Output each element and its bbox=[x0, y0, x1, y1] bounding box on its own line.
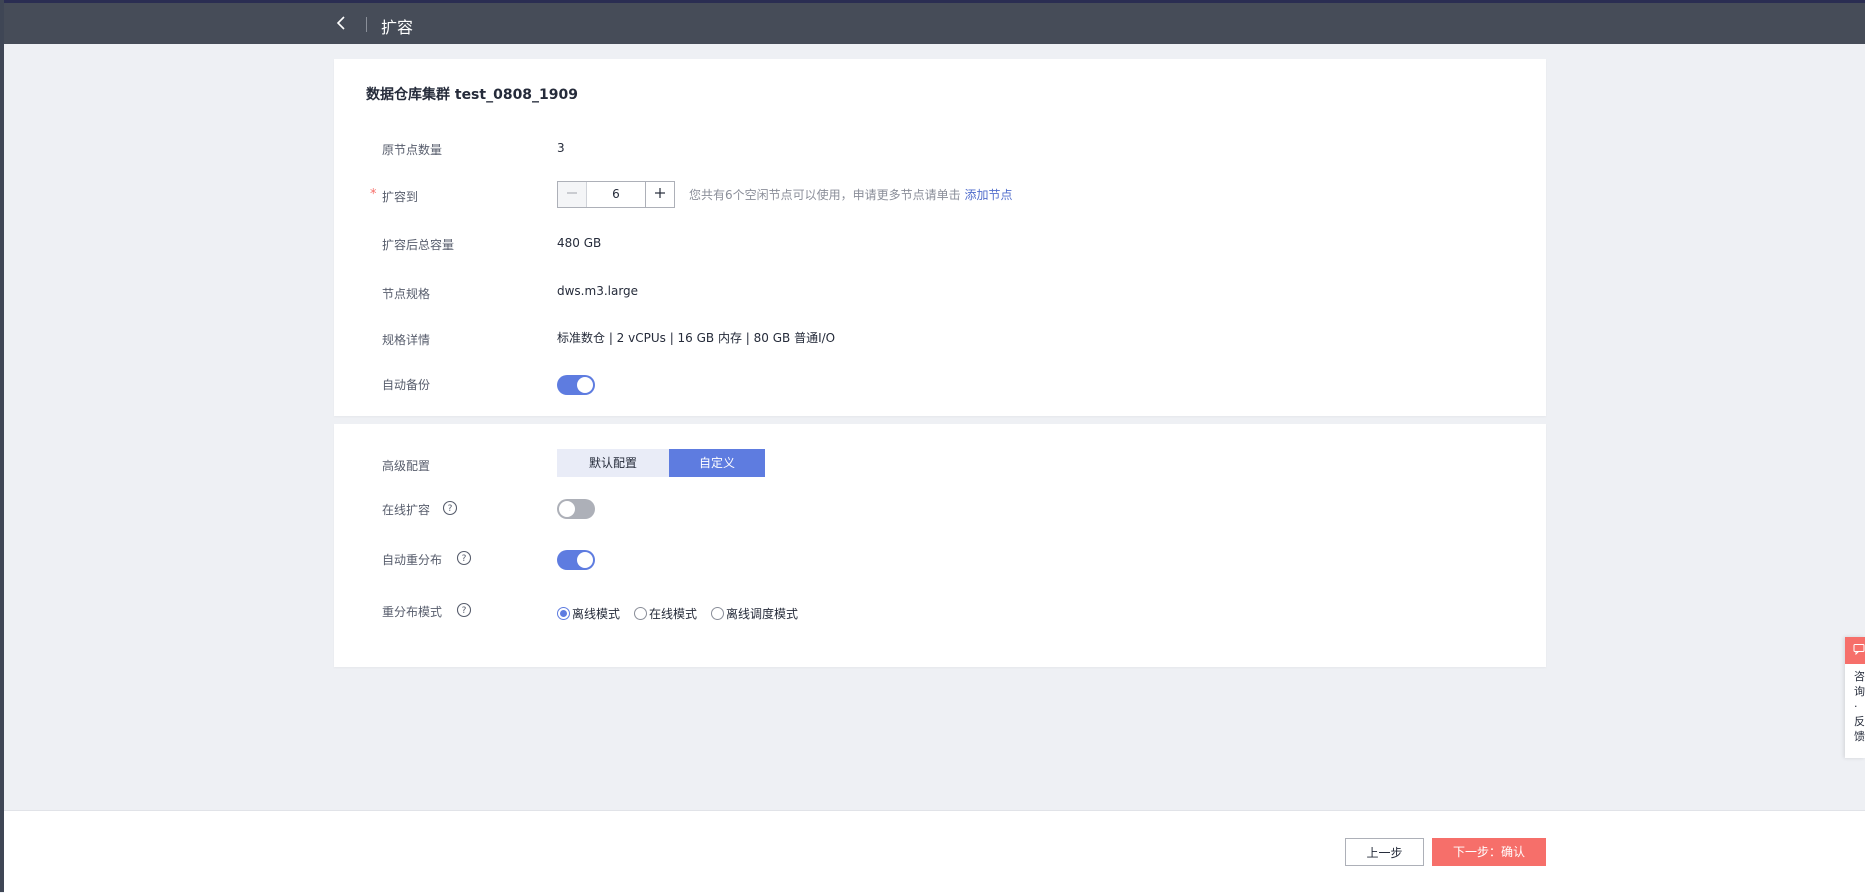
decrement-button[interactable] bbox=[558, 182, 587, 207]
switch-knob bbox=[577, 552, 593, 568]
svg-text:?: ? bbox=[462, 606, 467, 616]
next-step-confirm-button[interactable]: 下一步：确认 bbox=[1432, 838, 1546, 866]
custom-config-option[interactable]: 自定义 bbox=[669, 449, 765, 477]
node-flavor-value: dws.m3.large bbox=[557, 284, 639, 298]
chevron-left-icon[interactable] bbox=[333, 14, 351, 32]
question-circle-icon[interactable]: ? bbox=[456, 602, 472, 618]
title-divider bbox=[366, 17, 367, 32]
node-count-stepper[interactable]: 6 bbox=[557, 181, 675, 208]
flavor-detail-value: 标准数仓 | 2 vCPUs | 16 GB 内存 | 80 GB 普通I/O bbox=[557, 331, 836, 345]
total-capacity-value: 480 GB bbox=[557, 236, 602, 250]
top-bar: 扩容 bbox=[4, 3, 1865, 44]
left-edge-strip bbox=[0, 0, 4, 892]
radio-offline-schedule-label: 离线调度模式 bbox=[726, 607, 799, 621]
required-mark: * bbox=[370, 187, 377, 202]
radio-offline-mode[interactable]: 离线模式 bbox=[557, 605, 620, 622]
cluster-title: 数据仓库集群 test_0808_1909 bbox=[366, 87, 579, 103]
increment-button[interactable] bbox=[645, 182, 674, 207]
redistribute-mode-label: 重分布模式 bbox=[382, 605, 443, 619]
feedback-widget[interactable]: 咨 询 · 反 馈 bbox=[1845, 637, 1865, 758]
default-config-option[interactable]: 默认配置 bbox=[557, 449, 669, 477]
expand-to-label: 扩容到 bbox=[382, 190, 419, 204]
feedback-widget-text: 咨 询 · 反 馈 bbox=[1854, 670, 1865, 743]
redistribute-mode-radio-group: 离线模式 在线模式 离线调度模式 bbox=[557, 605, 812, 622]
footer-bar: 上一步 下一步：确认 bbox=[4, 810, 1865, 893]
previous-step-button[interactable]: 上一步 bbox=[1345, 838, 1424, 866]
flavor-detail-label: 规格详情 bbox=[382, 333, 431, 347]
radio-offline-label: 离线模式 bbox=[572, 607, 621, 621]
question-circle-icon[interactable]: ? bbox=[442, 500, 458, 516]
original-nodes-label: 原节点数量 bbox=[382, 143, 443, 157]
total-capacity-label: 扩容后总容量 bbox=[382, 238, 455, 252]
free-nodes-hint: 您共有6个空闲节点可以使用，申请更多节点请单击 添加节点 bbox=[689, 186, 1012, 203]
switch-knob bbox=[559, 501, 575, 517]
node-flavor-label: 节点规格 bbox=[382, 287, 431, 301]
auto-backup-label: 自动备份 bbox=[382, 378, 431, 392]
radio-online-label: 在线模式 bbox=[649, 607, 698, 621]
advanced-config-card: 高级配置 默认配置 自定义 在线扩容 ? 自动重分布 ? 重分布模式 ? 离线模… bbox=[334, 424, 1546, 667]
advanced-config-toggle: 默认配置 自定义 bbox=[557, 449, 765, 477]
svg-text:?: ? bbox=[448, 504, 453, 514]
page-title: 扩容 bbox=[381, 18, 414, 37]
auto-redistribute-label: 自动重分布 bbox=[382, 553, 443, 567]
node-count-input[interactable]: 6 bbox=[587, 182, 645, 207]
radio-offline-schedule-mode[interactable]: 离线调度模式 bbox=[711, 605, 798, 622]
auto-redistribute-switch[interactable] bbox=[557, 550, 595, 570]
free-nodes-hint-text: 您共有6个空闲节点可以使用，申请更多节点请单击 bbox=[689, 188, 965, 202]
radio-online-mode[interactable]: 在线模式 bbox=[634, 605, 697, 622]
online-expand-switch[interactable] bbox=[557, 499, 595, 519]
cluster-info-card: 数据仓库集群 test_0808_1909 原节点数量 3 * 扩容到 6 您共… bbox=[334, 59, 1546, 416]
switch-knob bbox=[577, 377, 593, 393]
advanced-config-label: 高级配置 bbox=[382, 459, 431, 473]
original-nodes-value: 3 bbox=[557, 141, 565, 155]
feedback-widget-header bbox=[1845, 637, 1865, 664]
radio-unchecked-icon bbox=[634, 607, 648, 620]
radio-unchecked-icon bbox=[711, 607, 725, 620]
question-circle-icon[interactable]: ? bbox=[456, 550, 472, 566]
svg-text:?: ? bbox=[462, 554, 467, 564]
radio-checked-icon bbox=[557, 607, 570, 620]
online-expand-label: 在线扩容 bbox=[382, 503, 431, 517]
add-nodes-link[interactable]: 添加节点 bbox=[964, 188, 1012, 202]
auto-backup-switch[interactable] bbox=[557, 375, 595, 395]
plus-icon bbox=[654, 187, 666, 203]
chat-icon bbox=[1853, 643, 1865, 659]
minus-icon bbox=[566, 187, 578, 203]
